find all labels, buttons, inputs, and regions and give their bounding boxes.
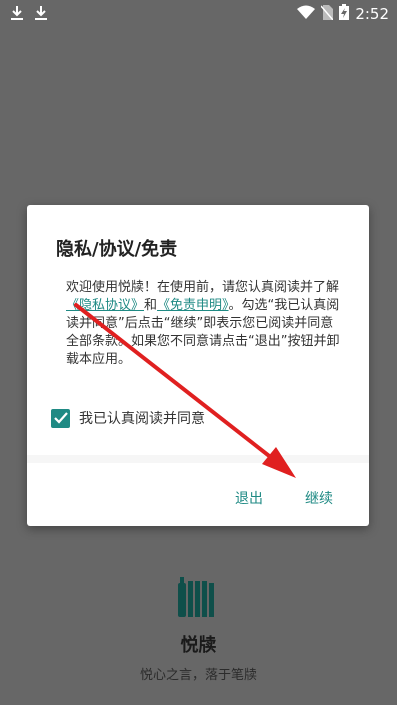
- app-slogan: 悦心之言，落于笔牍: [139, 668, 257, 683]
- clock: 2:52: [355, 5, 389, 23]
- check-icon: [53, 412, 68, 424]
- download-icon: [34, 5, 48, 25]
- wifi-icon: [297, 5, 316, 23]
- battery-charging-icon: [339, 4, 350, 24]
- privacy-dialog: 隐私/协议/免责 欢迎使用悦牍！在使用前，请您认真阅读并了解《隐私协议》和《免责…: [27, 205, 369, 526]
- body-text: 欢迎使用悦牍！在使用前，请您认真阅读并了解: [66, 280, 340, 295]
- no-sim-icon: [320, 4, 334, 24]
- agree-checkbox-label: 我已认真阅读并同意: [79, 411, 205, 427]
- disclaimer-link[interactable]: 《免责申明》: [157, 298, 229, 313]
- agree-checkbox[interactable]: [51, 408, 70, 428]
- agree-checkbox-row[interactable]: 我已认真阅读并同意: [51, 408, 205, 428]
- exit-button[interactable]: 退出: [235, 488, 263, 508]
- body-text: 和: [144, 298, 158, 313]
- app-name: 悦牍: [180, 635, 217, 656]
- dialog-title: 隐私/协议/免责: [56, 239, 178, 260]
- privacy-policy-link[interactable]: 《隐私协议》: [66, 298, 144, 313]
- dialog-body: 欢迎使用悦牍！在使用前，请您认真阅读并了解《隐私协议》和《免责申明》。勾选“我已…: [66, 279, 342, 369]
- book-stack-icon: [174, 575, 220, 621]
- status-bar: 2:52: [0, 0, 397, 28]
- download-icon: [10, 5, 24, 25]
- divider: [27, 455, 369, 463]
- continue-button[interactable]: 继续: [305, 488, 333, 508]
